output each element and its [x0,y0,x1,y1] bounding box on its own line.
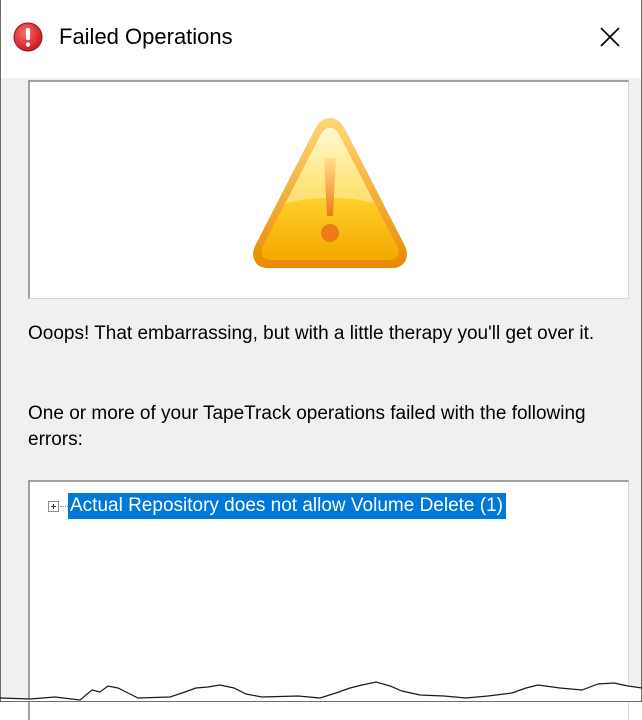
title-bar: Failed Operations [1,0,641,78]
apology-message: Ooops! That embarrassing, but with a lit… [28,323,595,344]
close-button[interactable] [579,10,641,64]
errors-intro-message: One or more of your TapeTrack operations… [28,403,586,450]
tree-item[interactable]: Actual Repository does not allow Volume … [48,492,507,520]
close-icon [600,27,620,47]
warning-triangle-icon [253,118,407,268]
error-icon [13,22,43,52]
failed-operations-dialog: Failed Operations Ooops! That embarrassi… [0,0,642,720]
tree-item-label[interactable]: Actual Repository does not allow Volume … [68,493,507,519]
torn-edge [0,681,642,702]
tree-connector [60,505,68,507]
dialog-title: Failed Operations [59,24,233,49]
warning-image-panel [28,80,629,299]
plus-expander-icon[interactable] [48,500,59,512]
